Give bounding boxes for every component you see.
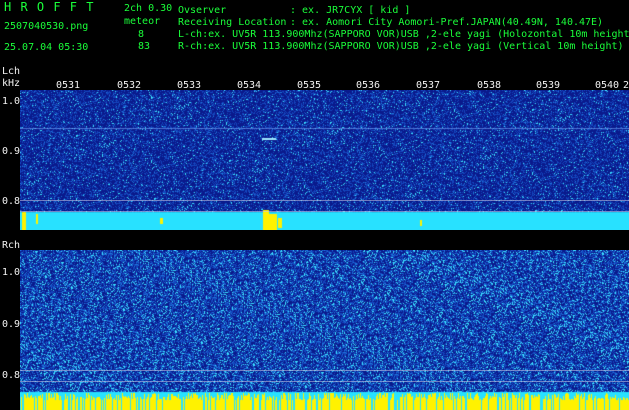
rch-count: 83 (138, 41, 151, 52)
lch-count: 8 (138, 29, 145, 40)
lch-y-tick: 0.8 (2, 196, 21, 207)
lch-reference-line (20, 200, 629, 201)
unit-label: kHz (2, 78, 21, 89)
lch-spectrogram (20, 90, 629, 230)
rch-info: R-ch:ex. UV5R 113.900Mhz(SAPPORO VOR)USB… (178, 41, 624, 52)
rch-y-tick: 1.0 (2, 267, 21, 278)
lch-y-tick: 1.0 (2, 96, 21, 107)
lch-label: Lch (2, 66, 21, 77)
rch-y-tick: 0.8 (2, 370, 21, 381)
location-value: : ex. Aomori City Aomori-Pref.JAPAN(40.4… (290, 17, 604, 28)
event-type-label: meteor (124, 16, 161, 27)
location-label: Receiving Location (178, 17, 287, 28)
observer-label: Ovserver (178, 5, 227, 16)
lch-y-tick: 0.9 (2, 146, 21, 157)
observer-value: : ex. JR7CYX [ kid ] (290, 5, 411, 16)
app-name: H R O F F T (4, 0, 95, 14)
rch-y-tick: 0.9 (2, 319, 21, 330)
rch-reference-line (20, 381, 629, 382)
rch-spectrogram (20, 250, 629, 410)
datetime-label: 25.07.04 05:30 (4, 42, 89, 53)
rch-reference-line (20, 370, 629, 371)
lch-info: L-ch:ex. UV5R 113.900Mhz(SAPPORO VOR)USB… (178, 29, 629, 40)
filename-label: 2507040530.png (4, 21, 89, 32)
settings-label: 2ch 0.30 (124, 3, 173, 14)
rch-label: Rch (2, 240, 21, 251)
lch-reference-line (20, 211, 629, 212)
